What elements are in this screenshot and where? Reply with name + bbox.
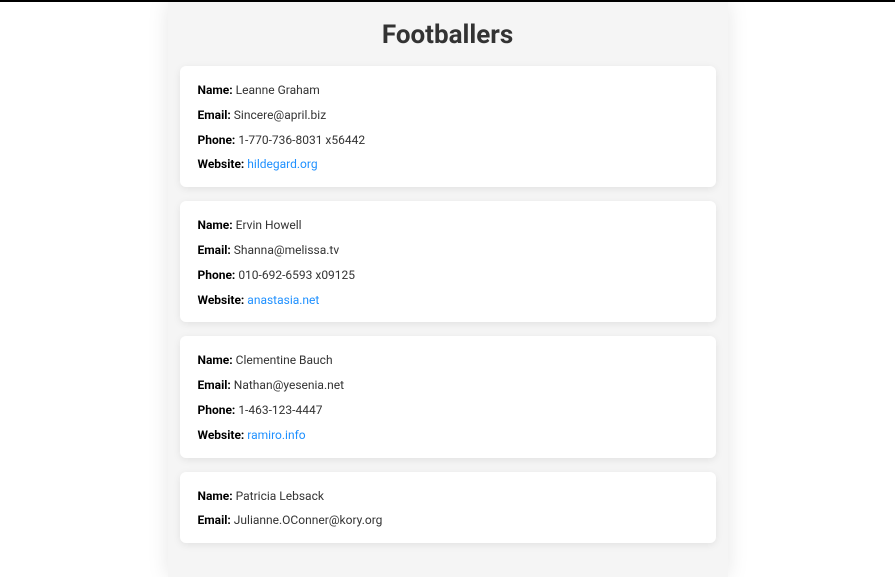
person-card: Name: Ervin Howell Email: Shanna@melissa… <box>180 201 716 322</box>
phone-value: 1-770-736-8031 x56442 <box>238 133 365 147</box>
person-card: Name: Clementine Bauch Email: Nathan@yes… <box>180 336 716 457</box>
email-value: Julianne.OConner@kory.org <box>234 513 383 527</box>
website-row: Website: ramiro.info <box>198 427 698 444</box>
email-label: Email: <box>198 108 231 122</box>
phone-row: Phone: 1-463-123-4447 <box>198 402 698 419</box>
name-value: Ervin Howell <box>236 218 302 232</box>
name-row: Name: Ervin Howell <box>198 217 698 234</box>
email-row: Email: Nathan@yesenia.net <box>198 377 698 394</box>
name-row: Name: Clementine Bauch <box>198 352 698 369</box>
page-title: Footballers <box>168 2 728 66</box>
name-value: Patricia Lebsack <box>236 489 324 503</box>
email-label: Email: <box>198 378 231 392</box>
email-value: Shanna@melissa.tv <box>234 243 339 257</box>
website-label: Website: <box>198 157 245 171</box>
website-row: Website: anastasia.net <box>198 292 698 309</box>
email-label: Email: <box>198 243 231 257</box>
website-label: Website: <box>198 293 245 307</box>
name-label: Name: <box>198 218 233 232</box>
website-row: Website: hildegard.org <box>198 156 698 173</box>
phone-value: 1-463-123-4447 <box>238 403 322 417</box>
phone-label: Phone: <box>198 403 236 417</box>
website-link[interactable]: hildegard.org <box>247 157 317 171</box>
name-label: Name: <box>198 83 233 97</box>
phone-value: 010-692-6593 x09125 <box>238 268 355 282</box>
person-card: Name: Patricia Lebsack Email: Julianne.O… <box>180 472 716 544</box>
website-label: Website: <box>198 428 245 442</box>
website-link[interactable]: ramiro.info <box>247 428 305 442</box>
name-row: Name: Patricia Lebsack <box>198 488 698 505</box>
email-row: Email: Shanna@melissa.tv <box>198 242 698 259</box>
phone-label: Phone: <box>198 133 236 147</box>
website-link[interactable]: anastasia.net <box>247 293 319 307</box>
person-card: Name: Leanne Graham Email: Sincere@april… <box>180 66 716 187</box>
email-row: Email: Julianne.OConner@kory.org <box>198 512 698 529</box>
phone-label: Phone: <box>198 268 236 282</box>
name-value: Clementine Bauch <box>236 353 333 367</box>
email-value: Nathan@yesenia.net <box>234 378 344 392</box>
email-label: Email: <box>198 513 231 527</box>
email-value: Sincere@april.biz <box>234 108 326 122</box>
name-value: Leanne Graham <box>236 83 320 97</box>
page-container: Footballers Name: Leanne Graham Email: S… <box>168 2 728 577</box>
name-label: Name: <box>198 353 233 367</box>
name-label: Name: <box>198 489 233 503</box>
name-row: Name: Leanne Graham <box>198 82 698 99</box>
phone-row: Phone: 010-692-6593 x09125 <box>198 267 698 284</box>
email-row: Email: Sincere@april.biz <box>198 107 698 124</box>
phone-row: Phone: 1-770-736-8031 x56442 <box>198 132 698 149</box>
